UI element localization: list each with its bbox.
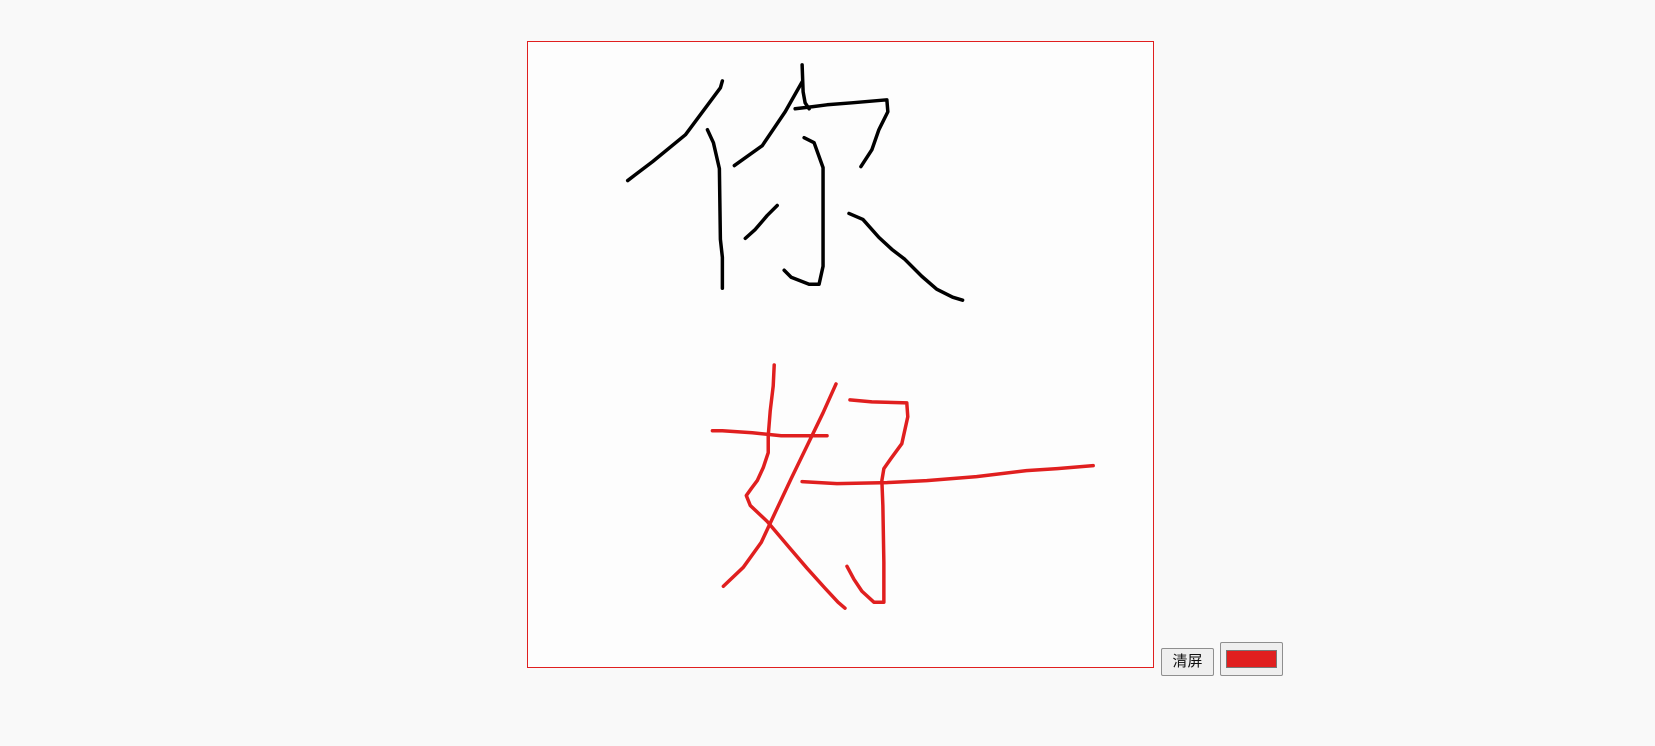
ink-stroke-8: [847, 211, 965, 302]
drawing-canvas[interactable]: [527, 41, 1154, 668]
clear-screen-button[interactable]: 清屏: [1161, 648, 1214, 676]
pen-color-swatch: [1226, 650, 1277, 668]
ink-stroke-12: [845, 398, 910, 604]
handwriting-strokes: [625, 63, 1095, 610]
pen-color-picker[interactable]: [1220, 642, 1283, 676]
ink-stroke-3: [732, 80, 804, 168]
ink-stroke-10: [744, 363, 847, 610]
ink-stroke-13: [800, 463, 1095, 486]
ink-stroke-7: [743, 203, 779, 241]
ink-stroke-6: [782, 135, 825, 286]
ink-stroke-4: [800, 63, 811, 111]
ink-stroke-2: [705, 127, 725, 290]
ink-stroke-11: [721, 382, 838, 589]
